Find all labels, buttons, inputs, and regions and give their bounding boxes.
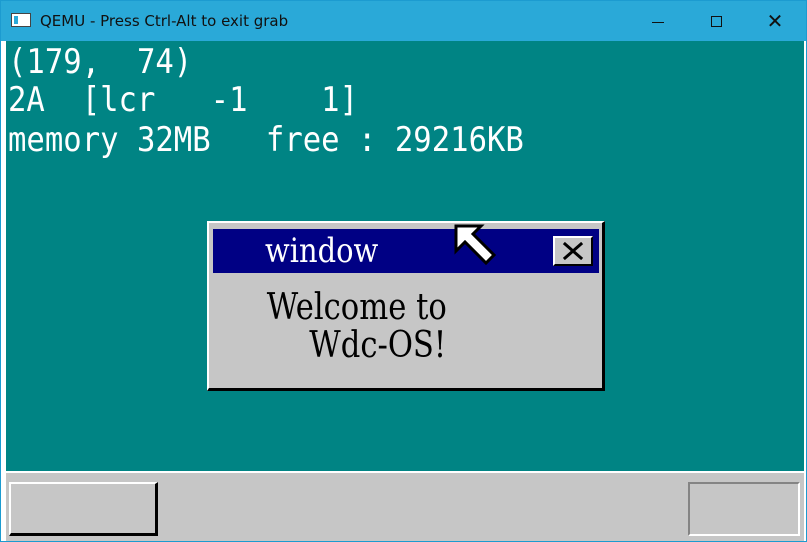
keyboard-info-text: 2A [lcr -1 1] (8, 80, 359, 120)
start-button[interactable] (9, 482, 158, 536)
maximize-button[interactable] (687, 1, 745, 41)
memory-info-text: memory 32MB free : 29216KB (8, 120, 524, 160)
message-line-1: Welcome to (266, 287, 447, 328)
os-dialog-close-button[interactable] (553, 236, 593, 266)
maximize-icon (710, 15, 722, 27)
os-dialog-window[interactable]: window Welcome to Wdc-OS! (207, 221, 605, 391)
minimize-button[interactable] (629, 1, 687, 41)
minimize-icon (652, 21, 664, 23)
guest-os-screen[interactable]: (179, 74) 2A [lcr -1 1] memory 32MB free… (6, 41, 804, 471)
os-dialog-titlebar[interactable]: window (213, 229, 599, 273)
qemu-app-icon[interactable] (11, 13, 31, 27)
message-line-2: Wdc-OS! (309, 325, 447, 366)
qemu-window: QEMU - Press Ctrl-Alt to exit grab ✕ (17… (0, 0, 807, 542)
close-x-icon (562, 242, 584, 260)
close-icon: ✕ (766, 9, 784, 33)
window-titlebar[interactable]: QEMU - Press Ctrl-Alt to exit grab ✕ (1, 1, 806, 41)
system-tray (688, 482, 800, 536)
mouse-coordinates-text: (179, 74) (8, 42, 193, 82)
close-button[interactable]: ✕ (746, 1, 804, 41)
mouse-pointer-icon (454, 224, 497, 266)
taskbar (6, 471, 804, 541)
os-dialog-title: window (265, 231, 379, 271)
window-title: QEMU - Press Ctrl-Alt to exit grab (40, 12, 289, 30)
